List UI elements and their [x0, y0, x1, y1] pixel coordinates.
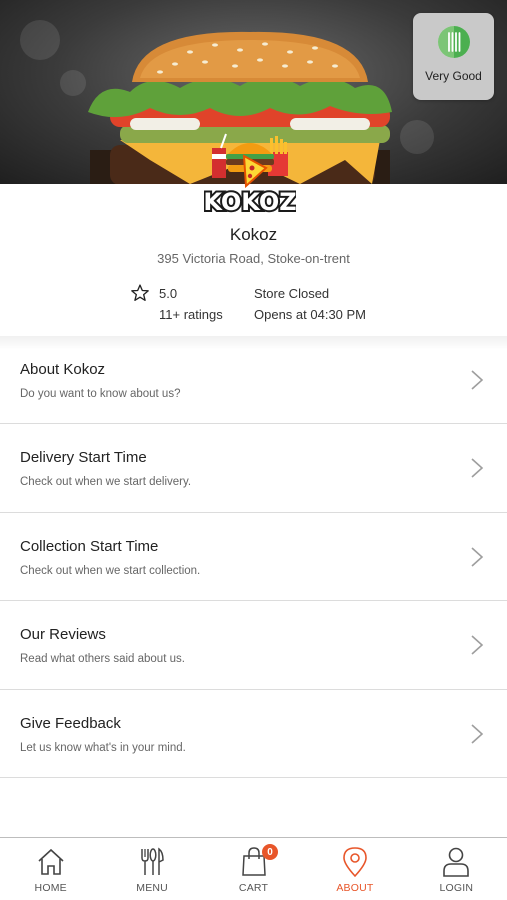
- hygiene-rating-icon: [437, 26, 470, 58]
- rating-block: 5.0 11+ ratings: [130, 283, 240, 327]
- nav-cart-label: CART: [238, 882, 269, 894]
- hygiene-rating-badge[interactable]: Very Good: [413, 13, 494, 100]
- chevron-right-icon: [471, 458, 484, 478]
- user-icon: [443, 847, 470, 877]
- chevron-right-icon: [471, 723, 484, 744]
- nav-login-label: LOGIN: [439, 882, 474, 894]
- menu-item-title: Collection Start Time: [20, 537, 159, 555]
- nav-home[interactable]: HOME: [0, 838, 101, 900]
- menu-item-subtitle: Do you want to know about us?: [20, 388, 181, 400]
- menu-item-delivery-start-time[interactable]: Delivery Start Time Check out when we st…: [0, 424, 507, 513]
- menu-item-collection-start-time[interactable]: Collection Start Time Check out when we …: [0, 513, 507, 602]
- chevron-right-icon: [471, 635, 484, 655]
- nav-cart[interactable]: CART: [203, 838, 304, 900]
- bottom-navigation: HOME MENU CART ABOUT LOGIN 0: [0, 837, 507, 900]
- location-pin-icon: [343, 847, 367, 878]
- menu-item-subtitle: Check out when we start delivery.: [20, 476, 192, 489]
- menu-item-subtitle: Let us know what's in your mind.: [20, 741, 186, 754]
- opening-time: Opens at 04:30 PM: [254, 307, 367, 322]
- menu-item-title: Give Feedback: [20, 714, 121, 732]
- rating-value: 5.0: [159, 286, 178, 301]
- store-status: Store Closed: [254, 286, 330, 301]
- nav-about-label: ABOUT: [336, 882, 374, 894]
- menu-item-title: Our Reviews: [20, 626, 106, 644]
- menu-item-subtitle: Read what others said about us.: [20, 653, 185, 666]
- info-menu-list: About Kokoz Do you want to know about us…: [0, 336, 507, 778]
- chevron-right-icon: [471, 547, 484, 567]
- nav-login[interactable]: LOGIN: [406, 838, 507, 900]
- menu-item-our-reviews[interactable]: Our Reviews Read what others said about …: [0, 601, 507, 690]
- chevron-right-icon: [471, 370, 484, 390]
- hygiene-rating-label: Very Good: [425, 69, 482, 83]
- svg-text:KOKOZ: KOKOZ: [204, 188, 296, 216]
- menu-item-about[interactable]: About Kokoz Do you want to know about us…: [0, 336, 507, 425]
- store-name: Kokoz: [229, 225, 278, 244]
- cutlery-icon: [141, 847, 164, 875]
- menu-item-title: Delivery Start Time: [20, 449, 147, 467]
- cart-count-badge: 0: [262, 844, 278, 860]
- nav-about[interactable]: ABOUT: [304, 838, 405, 900]
- status-block: Store Closed Opens at 04:30 PM: [254, 283, 366, 322]
- star-icon: [131, 284, 149, 301]
- menu-item-give-feedback[interactable]: Give Feedback Let us know what's in your…: [0, 690, 507, 778]
- home-icon: [38, 848, 64, 875]
- nav-home-label: HOME: [34, 882, 67, 894]
- menu-item-title: About Kokoz: [20, 361, 106, 378]
- nav-menu-label: MENU: [136, 882, 168, 894]
- ratings-count: 11+ ratings: [159, 307, 223, 322]
- menu-item-subtitle: Check out when we start collection.: [20, 564, 201, 577]
- store-address: 395 Victoria Road, Stoke-on-trent: [157, 251, 350, 266]
- kokoz-logo: KOKOZ: [204, 133, 296, 216]
- nav-menu[interactable]: MENU: [101, 838, 202, 900]
